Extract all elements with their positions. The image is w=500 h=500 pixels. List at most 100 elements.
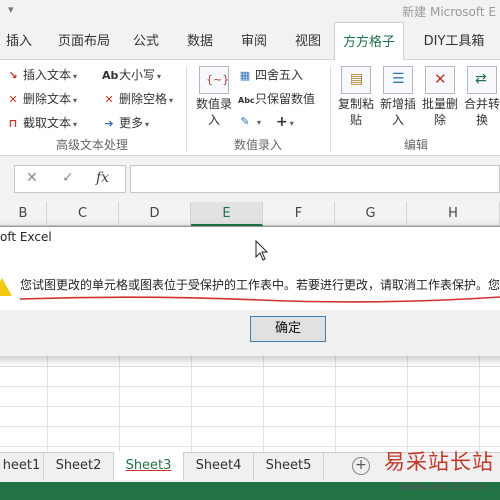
- ribbon-tabs: 插入 页面布局 公式 数据 审阅 视图 方方格子 DIY工具箱: [0, 22, 500, 61]
- group-separator: [330, 66, 331, 152]
- merge-convert-label-2: 换: [475, 113, 488, 127]
- merge-convert-button[interactable]: ⇄ 合并转 换: [460, 66, 500, 128]
- tab-review[interactable]: 审阅: [234, 22, 274, 60]
- excel-window: ▾ 新建 Microsoft E 插入 页面布局 公式 数据 审阅 视图 方方格…: [0, 0, 500, 500]
- extract-text-button[interactable]: ⊓ 截取文本 ▾: [6, 114, 77, 131]
- column-header[interactable]: H: [407, 202, 500, 226]
- sheet-tab[interactable]: Sheet4: [184, 452, 254, 480]
- batch-delete-button[interactable]: ✕ 批量删 除: [418, 66, 462, 128]
- sheet-tab[interactable]: Sheet5: [254, 452, 324, 480]
- numeric-entry-label-2: 入: [207, 113, 220, 127]
- copy-paste-button[interactable]: ▤ 复制粘 贴: [334, 66, 378, 128]
- remove-spaces-button[interactable]: ✕ 删除空格 ▾: [102, 90, 173, 107]
- dropdown-arrow-icon: ▾: [289, 119, 294, 128]
- more-button[interactable]: ➔ 更多 ▾: [102, 114, 149, 131]
- edit-dropdown-button[interactable]: ✎ ▾: [238, 114, 261, 128]
- cancel-icon[interactable]: ✕: [26, 170, 38, 186]
- insert-new-label-2: 入: [391, 113, 404, 127]
- insert-text-label: 插入文本: [23, 68, 72, 82]
- tab-fangfang-gezi[interactable]: 方方格子: [334, 22, 404, 61]
- round-button[interactable]: ▦ 四舍五入: [238, 66, 303, 83]
- dropdown-arrow-icon: ▾: [73, 120, 78, 129]
- keep-values-button[interactable]: Abc只保留数值: [238, 90, 315, 107]
- dialog-message: 您试图更改的单元格或图表位于受保护的工作表中。若要进行更改，请取消工作表保护。您: [20, 278, 500, 292]
- group-label-text: 高级文本处理: [56, 138, 129, 152]
- mouse-cursor-icon: [255, 240, 269, 261]
- extract-text-icon: ⊓: [8, 117, 18, 130]
- remove-spaces-label: 删除空格: [119, 92, 168, 106]
- tab-diy-toolbox[interactable]: DIY工具箱: [414, 22, 494, 60]
- tab-insert[interactable]: 插入: [2, 22, 36, 60]
- formula-input[interactable]: [130, 165, 500, 193]
- remove-spaces-icon: ✕: [104, 93, 114, 106]
- column-header[interactable]: B: [0, 202, 47, 226]
- numeric-entry-label-1: 数值录: [195, 97, 232, 111]
- insert-new-button[interactable]: ☰ 新增插 入: [376, 66, 420, 128]
- column-header-selected[interactable]: E: [191, 202, 263, 226]
- batch-delete-label-1: 批量删: [421, 97, 458, 111]
- batch-delete-icon: ✕: [425, 66, 455, 94]
- watermark-url: www.easck.com: [400, 480, 489, 493]
- sheet-tab[interactable]: Sheet2: [44, 452, 114, 480]
- column-headers: B C D E F G H: [0, 202, 500, 226]
- sheet-tab[interactable]: heet1: [0, 452, 44, 480]
- column-header[interactable]: G: [335, 202, 407, 226]
- plus-icon: +: [276, 114, 288, 130]
- edit-pencil-icon: ✎: [240, 115, 250, 128]
- enter-icon[interactable]: ✓: [62, 170, 74, 186]
- copy-paste-label-2: 贴: [349, 113, 362, 127]
- dropdown-arrow-icon: ▾: [145, 120, 150, 129]
- watermark-text: 易采站长站: [384, 450, 494, 474]
- dropdown-arrow-icon: ▾: [257, 118, 262, 127]
- tab-data[interactable]: 数据: [180, 22, 220, 60]
- group-label-edit: 编辑: [404, 138, 429, 152]
- insert-new-label-1: 新增插: [379, 97, 416, 111]
- add-button[interactable]: + ▾: [276, 114, 294, 130]
- column-header[interactable]: F: [263, 202, 335, 226]
- numeric-entry-icon: {~}: [199, 66, 229, 94]
- red-underline-annotation: [20, 296, 500, 303]
- insert-text-button[interactable]: ↘ 插入文本 ▾: [6, 66, 77, 83]
- insert-rows-icon: ☰: [383, 66, 413, 94]
- column-header[interactable]: D: [119, 202, 191, 226]
- arrow-right-icon: ➔: [104, 117, 114, 130]
- tab-view[interactable]: 视图: [288, 22, 328, 60]
- insert-function-button[interactable]: fx: [96, 170, 109, 186]
- insert-text-icon: ↘: [8, 69, 18, 82]
- keep-values-icon: Abc: [238, 96, 255, 105]
- warning-icon: [0, 278, 12, 296]
- batch-delete-label-2: 除: [433, 113, 446, 127]
- group-separator: [186, 66, 187, 152]
- delete-text-icon: ✕: [8, 93, 18, 106]
- numeric-entry-button[interactable]: {~} 数值录 入: [192, 66, 236, 128]
- dialog-title: oft Excel: [0, 230, 52, 244]
- sheet-tab-active[interactable]: Sheet3: [114, 452, 184, 480]
- column-header[interactable]: C: [47, 202, 119, 226]
- dropdown-arrow-icon: ▾: [73, 72, 78, 81]
- clipboard-icon: ▤: [341, 66, 371, 94]
- dropdown-arrow-icon: ▾: [169, 96, 174, 105]
- more-label: 更多: [119, 116, 144, 130]
- delete-text-button[interactable]: ✕ 删除文本 ▾: [6, 90, 77, 107]
- extract-text-label: 截取文本: [23, 116, 72, 130]
- dropdown-arrow-icon: ▾: [157, 72, 162, 81]
- ribbon-body: ↘ 插入文本 ▾ ✕ 删除文本 ▾ ⊓ 截取文本 ▾ Ab大小写 ▾ ✕ 删除空格 ▾ ➔ 更多 ▾ …: [0, 60, 500, 156]
- tab-formulas[interactable]: 公式: [126, 22, 166, 60]
- quick-access-dropdown-icon[interactable]: ▾: [8, 3, 14, 16]
- add-sheet-button[interactable]: +: [352, 457, 370, 475]
- ok-button[interactable]: 确定: [250, 316, 326, 342]
- title-bar: ▾ 新建 Microsoft E: [0, 0, 500, 22]
- round-icon: ▦: [239, 69, 251, 82]
- delete-text-label: 删除文本: [23, 92, 72, 106]
- window-title: 新建 Microsoft E: [402, 5, 496, 19]
- case-label: 大小写: [119, 68, 156, 82]
- merge-convert-label-1: 合并转: [463, 97, 500, 111]
- case-icon: Ab: [102, 69, 119, 82]
- merge-convert-icon: ⇄: [467, 66, 497, 94]
- copy-paste-label-1: 复制粘: [337, 97, 374, 111]
- keep-values-label: 只保留数值: [255, 92, 316, 106]
- group-label-entry: 数值录入: [234, 138, 283, 152]
- case-button[interactable]: Ab大小写 ▾: [102, 66, 161, 83]
- tab-page-layout[interactable]: 页面布局: [52, 22, 116, 60]
- round-label: 四舍五入: [255, 68, 304, 82]
